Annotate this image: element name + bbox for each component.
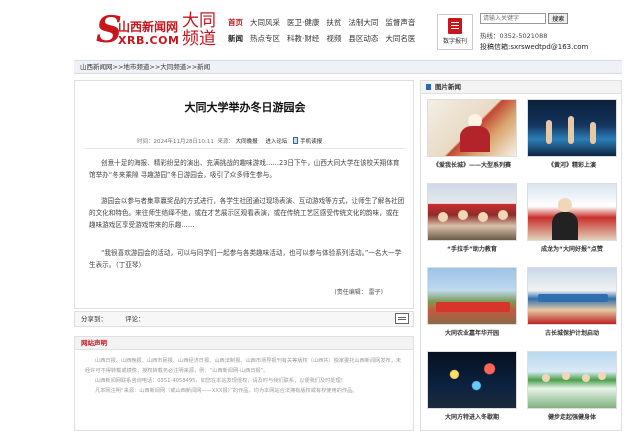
newspaper-icon bbox=[448, 18, 462, 34]
photo-caption[interactable]: 古长城保护计划启动 bbox=[527, 328, 617, 337]
logo-domain: XRB.COM bbox=[118, 34, 180, 47]
search-button[interactable]: 搜索 bbox=[548, 13, 569, 24]
nav-video[interactable]: 视频 bbox=[326, 32, 341, 46]
submit-email: 投稿信箱:sxrswedtpd@163.com bbox=[480, 43, 589, 51]
photo-caption[interactable]: 《黄河》精彩上演 bbox=[527, 160, 617, 169]
logo-site-name: 山西新闻网 bbox=[118, 20, 179, 34]
nav-hot-topics[interactable]: 热点专区 bbox=[250, 32, 280, 46]
photo-caption[interactable]: 成龙为“大同好报”点赞 bbox=[527, 244, 617, 253]
article-source: 大同晚报 bbox=[235, 139, 258, 145]
photo-item[interactable]: 《爱我长城》——大型系列赛 bbox=[427, 99, 517, 169]
mobile-reader-link[interactable]: 手机读报 bbox=[300, 139, 322, 145]
nav-poverty[interactable]: 扶贫 bbox=[326, 16, 341, 30]
ebook-button[interactable]: 数字报刊 bbox=[437, 14, 473, 50]
nav-supervision[interactable]: 监督声音 bbox=[385, 16, 415, 30]
article-time: 2024年11月28日10:11 bbox=[153, 139, 214, 145]
nav-datong-style[interactable]: 大同风采 bbox=[250, 16, 280, 30]
nav-row-1: 首页 大同风采 医卫·健康 扶贫 法制大同 监督声音 bbox=[228, 16, 428, 30]
photo-caption[interactable]: 大同农业嘉年华开园 bbox=[427, 328, 517, 337]
hotline: 热线：0352-5021088 bbox=[480, 32, 548, 40]
nav-county[interactable]: 县区动态 bbox=[348, 32, 378, 46]
disclaimer-paragraph: 山西日报、山西晚报、山西市民报、山西经济日报、山西法制报、山西市场导报刊有关等版… bbox=[85, 358, 402, 374]
disclaimer-heading: 网站声明 bbox=[75, 337, 413, 350]
share-bar: 分享到： 评论： bbox=[74, 311, 414, 327]
photo-thumbnail[interactable] bbox=[427, 351, 517, 409]
photo-item[interactable]: 《黄河》精彩上演 bbox=[527, 99, 617, 169]
photo-thumbnail[interactable] bbox=[527, 351, 617, 409]
article-title: 大同大学举办冬日游园会 bbox=[184, 101, 306, 114]
photo-thumbnail[interactable] bbox=[527, 183, 617, 241]
breadcrumb: 山西新闻网>>地市频道>>大同频道>>新闻 bbox=[74, 60, 622, 74]
photo-item[interactable]: 健步走起强健身体 bbox=[527, 351, 617, 421]
nav-health[interactable]: 医卫·健康 bbox=[287, 16, 319, 30]
photo-thumbnail[interactable] bbox=[427, 99, 517, 157]
photo-item[interactable]: 古长城保护计划启动 bbox=[527, 267, 617, 337]
photo-thumbnail[interactable] bbox=[527, 267, 617, 325]
logo-channel: 频道 bbox=[182, 29, 216, 49]
ebook-label: 数字报刊 bbox=[442, 38, 467, 45]
nav-news[interactable]: 新闻 bbox=[228, 32, 243, 46]
photo-item[interactable]: “手拉手”助力教育 bbox=[427, 183, 517, 253]
mobile-icon bbox=[293, 137, 299, 144]
photo-thumbnail[interactable] bbox=[427, 267, 517, 325]
photo-item[interactable]: 大同方特进入冬歇期 bbox=[427, 351, 517, 421]
logo-city: 大同 bbox=[182, 11, 216, 31]
nav-edu-finance[interactable]: 科教·财经 bbox=[287, 32, 319, 46]
nav-row-2: 新闻 热点专区 科教·财经 视频 县区动态 大同名医 bbox=[228, 32, 428, 46]
article-panel: 大同大学举办冬日游园会 时间：2024年11月28日10:11 来源： 大同晚报… bbox=[74, 80, 414, 309]
photo-thumbnail[interactable] bbox=[427, 183, 517, 241]
article-editor: (责任编辑： 雷子) bbox=[334, 289, 383, 296]
photo-news-heading: 图片新闻 bbox=[421, 81, 621, 94]
time-label: 时间： bbox=[137, 139, 154, 145]
article-paragraph-1: 创意十足的海报、精彩纷呈的演出、充满挑战的趣味游戏……23日下午，山西大同大学在… bbox=[89, 159, 400, 179]
disclaimer-paragraph: 山西新闻网联系咨询电话：0351-4058495，如您在本站发现侵权，请及时与我… bbox=[95, 378, 346, 384]
photo-caption[interactable]: 健步走起强健身体 bbox=[527, 412, 617, 421]
comment-label[interactable]: 评论： bbox=[125, 315, 145, 323]
disclaimer-paragraph: 凡本网注明“来源：山西新闻网（或山西新闻网——XXX报）”的作品，均为本网站合法… bbox=[95, 388, 358, 394]
photo-thumbnail[interactable] bbox=[527, 99, 617, 157]
breadcrumb-path[interactable]: 山西新闻网>>地市频道>>大同频道>>新闻 bbox=[80, 63, 210, 71]
comment-icon[interactable] bbox=[395, 313, 409, 324]
site-logo[interactable]: S 山西新闻网 XRB.COM 大同 频道 bbox=[96, 12, 220, 52]
nav-home[interactable]: 首页 bbox=[228, 16, 243, 30]
photo-news-sidebar: 图片新闻 《爱我长城》——大型系列赛 《黄河》精彩上演 “手拉手”助力教育 成龙… bbox=[420, 80, 622, 431]
photo-item[interactable]: 大同农业嘉年华开园 bbox=[427, 267, 517, 337]
site-header: S 山西新闻网 XRB.COM 大同 频道 首页 大同风采 医卫·健康 扶贫 法… bbox=[0, 0, 640, 60]
article-meta: 时间：2024年11月28日10:11 来源： 大同晚报 进入论坛 手机读报 bbox=[137, 137, 407, 145]
search-area: 搜索 热线：0352-5021088 投稿信箱:sxrswedtpd@163.c… bbox=[480, 13, 630, 52]
disclaimer-body: 山西日报、山西晚报、山西市民报、山西经济日报、山西法制报、山西市场导报刊有关等版… bbox=[75, 350, 413, 402]
photo-caption[interactable]: “手拉手”助力教育 bbox=[427, 244, 517, 253]
source-label: 来源： bbox=[217, 139, 234, 145]
site-disclaimer: 网站声明 山西日报、山西晚报、山西市民报、山西经济日报、山西法制报、山西市场导报… bbox=[74, 336, 414, 431]
article-paragraph-3: “我很喜欢游园会的活动，可以与同学们一起参与各类趣味活动，也可以参与体验系列活动… bbox=[89, 249, 402, 269]
nav-doctors[interactable]: 大同名医 bbox=[385, 32, 415, 46]
forum-link[interactable]: 进入论坛 bbox=[265, 139, 287, 145]
search-input[interactable] bbox=[480, 13, 546, 24]
photo-caption[interactable]: 大同方特进入冬歇期 bbox=[427, 412, 517, 421]
meta-divider bbox=[85, 148, 405, 149]
main-nav: 首页 大同风采 医卫·健康 扶贫 法制大同 监督声音 新闻 热点专区 科教·财经… bbox=[228, 16, 428, 48]
photo-item[interactable]: 成龙为“大同好报”点赞 bbox=[527, 183, 617, 253]
share-label[interactable]: 分享到： bbox=[81, 315, 107, 323]
photo-caption[interactable]: 《爱我长城》——大型系列赛 bbox=[427, 160, 517, 169]
nav-law[interactable]: 法制大同 bbox=[348, 16, 378, 30]
article-paragraph-2: 游园会以参与者集章赢奖品的方式进行，各学生社团通过现场表演、互动游戏等方式，让师… bbox=[89, 197, 405, 229]
